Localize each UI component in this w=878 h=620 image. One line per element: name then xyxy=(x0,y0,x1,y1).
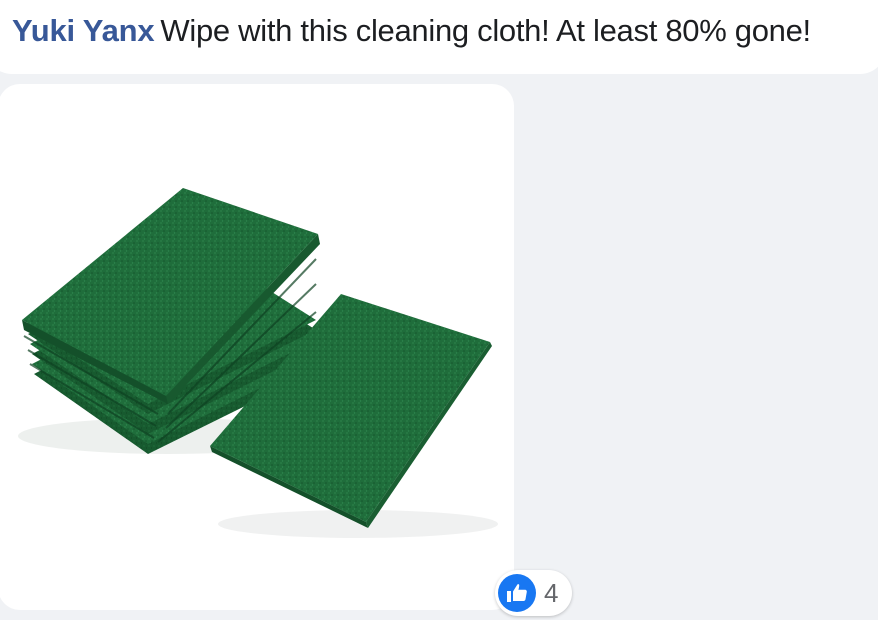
like-icon xyxy=(498,574,536,612)
reaction-summary[interactable]: 4 xyxy=(495,570,573,616)
reaction-count: 4 xyxy=(544,577,559,608)
comment-bubble: Yuki Yanx Wipe with this cleaning cloth! … xyxy=(0,0,878,74)
comment-text: Wipe with this cleaning cloth! At least … xyxy=(160,13,811,48)
comment-thread: Yuki Yanx Wipe with this cleaning cloth! … xyxy=(0,0,878,620)
scouring-pads-illustration xyxy=(18,188,498,538)
comment-author-link[interactable]: Yuki Yanx xyxy=(12,13,155,48)
comment-image-attachment[interactable] xyxy=(0,84,514,610)
